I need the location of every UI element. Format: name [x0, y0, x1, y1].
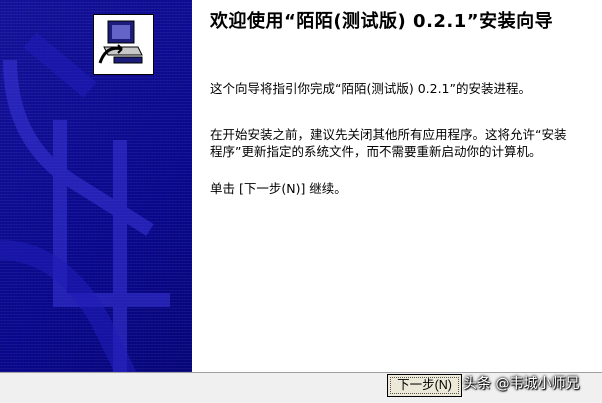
close-apps-paragraph: 在开始安装之前，建议先关闭其他所有应用程序。这将允许“安装程序”更新指定的系统文…	[210, 127, 567, 159]
wizard-title: 欢迎使用“陌陌(测试版) 0.2.1”安装向导	[210, 11, 554, 32]
installer-logo-icon	[93, 14, 154, 75]
wizard-sidebar-banner	[0, 0, 192, 402]
intro-paragraph: 这个向导将指引你完成“陌陌(测试版) 0.2.1”的安装进程。	[210, 81, 531, 96]
next-button[interactable]: 下一步(N)	[387, 374, 462, 397]
wizard-content: 欢迎使用“陌陌(测试版) 0.2.1”安装向导 这个向导将指引你完成“陌陌(测试…	[192, 0, 602, 372]
continue-instruction: 单击 [下一步(N)] 继续。	[210, 181, 347, 196]
watermark-text: 头条 @韦城小师兄	[463, 376, 580, 392]
